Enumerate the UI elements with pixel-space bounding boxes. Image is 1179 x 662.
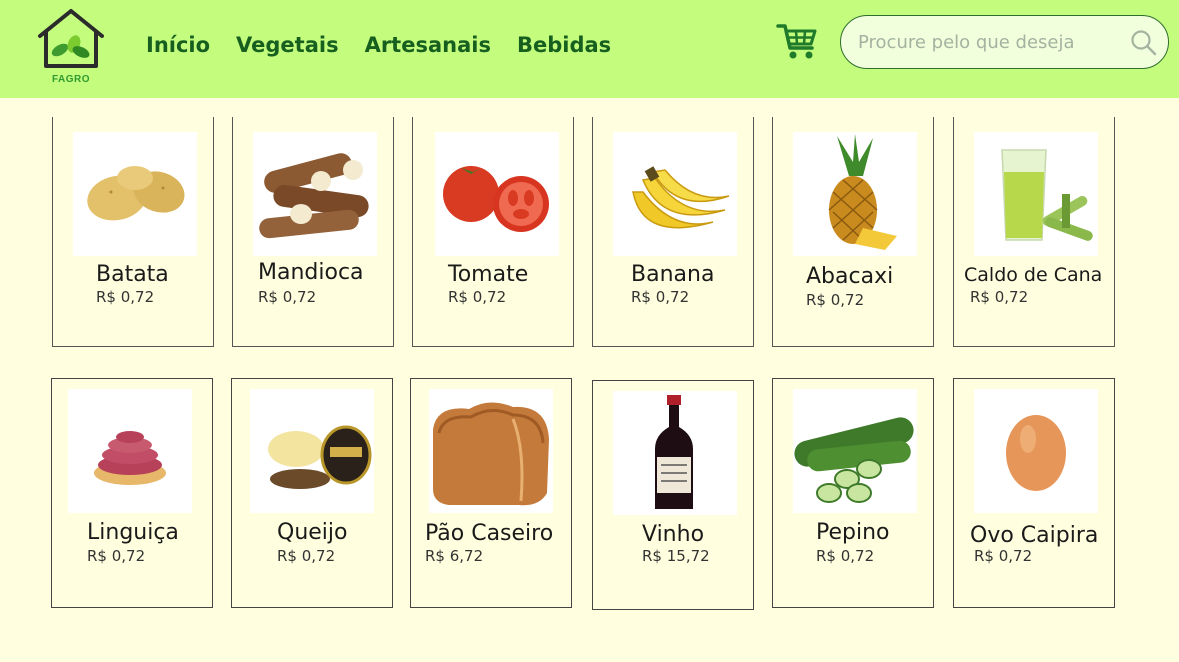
fagro-logo[interactable]: FAGRO [34,6,108,88]
product-price: R$ 0,72 [970,288,1029,306]
product-card[interactable]: Pão Caseiro R$ 6,72 [410,378,572,608]
product-name: Abacaxi [806,264,894,289]
cassava-image [253,132,377,256]
product-card[interactable]: Vinho R$ 15,72 [592,380,754,610]
nav-bebidas[interactable]: Bebidas [517,33,611,57]
product-card[interactable]: Caldo de Cana R$ 0,72 [953,117,1115,347]
cheese-image [250,389,374,513]
product-name: Pão Caseiro [425,521,554,546]
product-name: Queijo [277,520,348,545]
product-name: Batata [96,262,169,287]
product-card[interactable]: Mandioca R$ 0,72 [232,117,394,347]
wine-bottle-image [613,391,737,515]
banana-image [613,132,737,256]
header: FAGRO Início Vegetais Artesanais Bebidas [0,0,1179,98]
product-name: Banana [631,262,715,287]
product-name: Linguiça [87,520,179,545]
product-name: Vinho [642,522,705,547]
sugarcane-juice-image [974,132,1098,256]
product-name: Mandioca [258,260,364,285]
nav-vegetais[interactable]: Vegetais [236,33,339,57]
brand-name: FAGRO [52,74,91,85]
shopping-cart-icon [776,24,817,59]
product-card[interactable]: Banana R$ 0,72 [592,117,754,347]
nav-artesanais[interactable]: Artesanais [365,33,491,57]
sausage-image [68,389,192,513]
product-price: R$ 0,72 [806,291,865,309]
product-name: Pepino [816,520,890,545]
product-price: R$ 0,72 [258,288,317,306]
house-leaf-icon [38,9,104,68]
product-price: R$ 0,72 [974,547,1033,565]
product-card[interactable]: Linguiça R$ 0,72 [51,378,213,608]
product-price: R$ 0,72 [631,288,690,306]
search-input[interactable] [858,28,1123,56]
potato-image [73,132,197,256]
search-icon[interactable] [1130,29,1158,57]
product-card[interactable]: Pepino R$ 0,72 [772,378,934,608]
bread-image [429,389,553,513]
product-price: R$ 15,72 [642,547,710,565]
cart-button[interactable] [776,21,818,61]
product-name: Tomate [448,262,529,287]
search-box [840,15,1169,69]
product-price: R$ 0,72 [448,288,507,306]
product-name: Ovo Caipira [970,523,1099,548]
product-card[interactable]: Abacaxi R$ 0,72 [772,117,934,347]
product-card[interactable]: Ovo Caipira R$ 0,72 [953,378,1115,608]
tomato-image [435,132,559,256]
pineapple-image [793,132,917,256]
nav-inicio[interactable]: Início [146,33,210,57]
product-card[interactable]: Tomate R$ 0,72 [412,117,574,347]
product-card[interactable]: Batata R$ 0,72 [52,117,214,347]
product-price: R$ 0,72 [277,547,336,565]
product-price: R$ 0,72 [87,547,146,565]
egg-image [974,389,1098,513]
main-nav: Início Vegetais Artesanais Bebidas [146,33,637,57]
product-card[interactable]: Queijo R$ 0,72 [231,378,393,608]
product-price: R$ 6,72 [425,547,484,565]
product-price: R$ 0,72 [96,288,155,306]
product-price: R$ 0,72 [816,547,875,565]
product-name: Caldo de Cana [964,264,1103,286]
cucumber-image [793,389,917,513]
